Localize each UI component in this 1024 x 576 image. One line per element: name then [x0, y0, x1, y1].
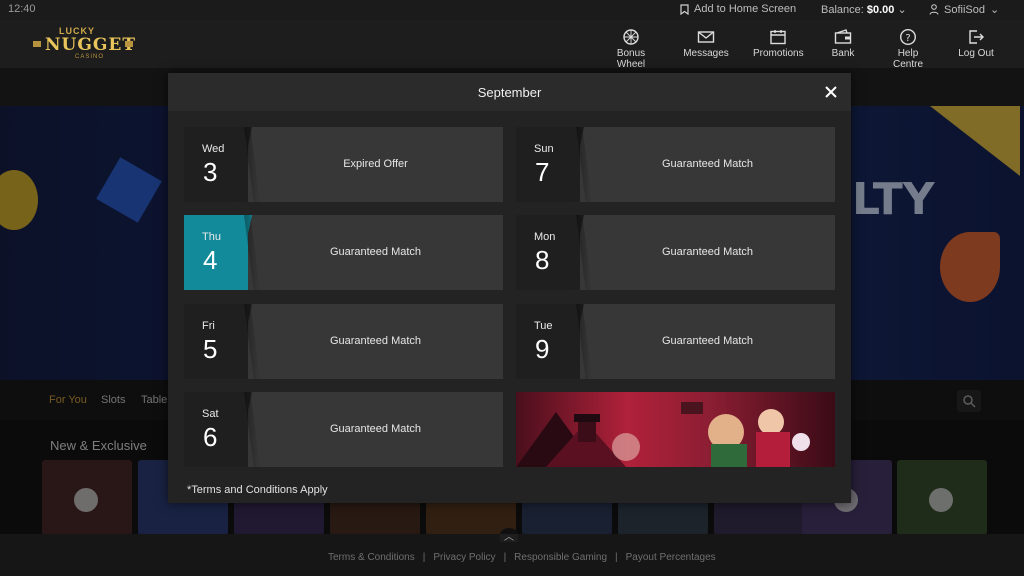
day-of-week: Mon — [534, 231, 556, 243]
promo-artwork — [516, 402, 810, 467]
day-number: 5 — [203, 334, 218, 364]
day-card-wed-3[interactable]: Wed 3 Expired Offer — [184, 127, 503, 202]
site-header: LUCKY NUGGET CASINO Bonus Wheel Messages… — [0, 20, 1024, 70]
add-to-home-label: Add to Home Screen — [694, 3, 797, 15]
bookmark-icon — [680, 3, 689, 15]
footer-separator: | — [615, 552, 618, 563]
envelope-icon — [697, 31, 715, 43]
footer-separator: | — [422, 552, 426, 563]
offer-label: Guaranteed Match — [661, 158, 754, 170]
day-number: 7 — [535, 157, 550, 187]
chevron-down-icon: ⌄ — [897, 4, 907, 16]
offer-label: Expired Offer — [343, 158, 408, 170]
day-of-week: Wed — [202, 143, 225, 155]
offer-label: Guaranteed Match — [329, 335, 422, 347]
nav-label: Bank — [831, 48, 855, 59]
day-number: 9 — [535, 334, 550, 364]
svg-text:?: ? — [905, 33, 910, 44]
footer-terms-link[interactable]: Terms & Conditions — [328, 552, 415, 563]
day-number: 6 — [203, 422, 218, 452]
offer-label: Guaranteed Match — [661, 246, 754, 258]
day-number: 8 — [535, 245, 550, 275]
nav-label: Messages — [683, 48, 729, 59]
top-bar: 12:40 Add to Home Screen Balance: $0.00 … — [0, 0, 1024, 20]
offer-label: Guaranteed Match — [329, 423, 422, 435]
nav-log-out[interactable]: Log Out — [957, 28, 995, 59]
wallet-icon — [834, 29, 852, 44]
clock: 12:40 — [8, 3, 36, 15]
nav-promotions[interactable]: Promotions — [753, 28, 804, 59]
wheel-icon — [623, 29, 639, 45]
nav-bonus-wheel[interactable]: Bonus Wheel — [603, 28, 659, 70]
help-icon: ? — [899, 28, 917, 46]
terms-notice: *Terms and Conditions Apply — [187, 484, 328, 496]
day-card-fri-5[interactable]: Fri 5 Guaranteed Match — [184, 304, 503, 379]
footer-payout-link[interactable]: Payout Percentages — [626, 552, 716, 563]
balance-dropdown[interactable]: Balance: $0.00 ⌄ — [821, 3, 907, 16]
day-of-week: Thu — [202, 231, 221, 243]
day-card-sun-7[interactable]: Sun 7 Guaranteed Match — [516, 127, 835, 202]
nav-label: Help Centre — [892, 48, 923, 70]
day-of-week: Sun — [534, 143, 554, 155]
footer-responsible-link[interactable]: Responsible Gaming — [514, 552, 607, 563]
balance-value: $0.00 — [866, 4, 895, 16]
calendar-icon — [770, 30, 786, 45]
balance-label: Balance: — [821, 4, 864, 16]
day-of-week: Sat — [202, 408, 219, 420]
nav-label: Promotions — [753, 48, 804, 59]
logo-line2: NUGGET — [45, 35, 137, 55]
close-button[interactable] — [823, 84, 839, 100]
footer-separator: | — [503, 552, 507, 563]
nav-label: Bonus Wheel — [616, 48, 646, 70]
modal-header: September — [168, 73, 851, 111]
user-menu[interactable]: SofiiSod ⌄ — [929, 3, 999, 16]
day-of-week: Fri — [202, 320, 215, 332]
logo-line3: CASINO — [75, 54, 105, 60]
footer-privacy-link[interactable]: Privacy Policy — [433, 552, 495, 563]
day-card-tue-9[interactable]: Tue 9 Guaranteed Match — [516, 304, 835, 379]
username: SofiiSod — [944, 3, 985, 16]
footer: ︿ Terms & Conditions | Privacy Policy | … — [0, 528, 1024, 576]
logo-wing-right — [125, 41, 133, 47]
modal-title: September — [477, 85, 542, 100]
day-of-week: Tue — [534, 320, 553, 332]
day-card-thu-4[interactable]: Thu 4 Guaranteed Match — [184, 215, 503, 290]
promo-banner-image[interactable] — [516, 392, 835, 467]
chevron-down-icon: ⌄ — [989, 4, 1000, 16]
logout-icon — [969, 30, 984, 44]
close-icon — [825, 86, 837, 98]
add-to-home-button[interactable]: Add to Home Screen — [680, 3, 796, 15]
footer-links: Terms & Conditions | Privacy Policy | Re… — [328, 552, 716, 563]
offer-label: Guaranteed Match — [661, 335, 754, 347]
day-number: 3 — [203, 157, 218, 187]
nav-help-centre[interactable]: ? Help Centre — [882, 28, 934, 70]
logo[interactable]: LUCKY NUGGET CASINO — [33, 26, 137, 62]
nav-bank[interactable]: Bank — [830, 28, 856, 59]
logo-wing-left — [33, 41, 41, 47]
day-card-sat-6[interactable]: Sat 6 Guaranteed Match — [184, 392, 503, 467]
nav-messages[interactable]: Messages — [683, 28, 729, 59]
promotions-calendar-modal: September Wed 3 Expired Offer Thu 4 Guar… — [168, 73, 851, 503]
day-card-mon-8[interactable]: Mon 8 Guaranteed Match — [516, 215, 835, 290]
day-number: 4 — [203, 245, 218, 275]
user-icon — [929, 4, 939, 15]
nav-label: Log Out — [958, 48, 994, 59]
offer-label: Guaranteed Match — [329, 246, 422, 258]
app-root: 12:40 Add to Home Screen Balance: $0.00 … — [0, 0, 1024, 576]
